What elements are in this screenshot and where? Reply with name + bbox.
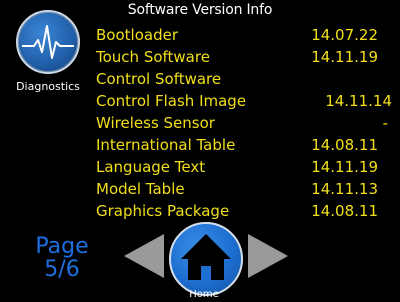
version-row-international-table: International Table 14.08.11 — [96, 134, 396, 156]
version-label: Control Flash Image — [96, 92, 247, 110]
version-value: 14.11.13 — [311, 180, 378, 198]
diagnostics-button[interactable]: Diagnostics — [6, 8, 92, 104]
version-value: 14.07.22 — [311, 26, 378, 44]
version-label: Model Table — [96, 180, 185, 198]
page-indicator: Page 5/6 — [30, 235, 94, 281]
version-value: 14.08.11 — [311, 136, 378, 154]
home-label: Home — [189, 289, 219, 300]
home-button[interactable] — [169, 222, 243, 296]
version-value: - — [382, 114, 388, 132]
next-page-button[interactable] — [244, 232, 292, 284]
version-label: Graphics Package — [96, 202, 230, 220]
heartbeat-icon — [16, 10, 80, 74]
version-label: Wireless Sensor — [96, 114, 215, 132]
version-row-bootloader: Bootloader 14.07.22 — [96, 24, 396, 46]
version-row-language-text: Language Text 14.11.19 — [96, 156, 396, 178]
version-list: Bootloader 14.07.22 Touch Software 14.11… — [96, 24, 396, 222]
version-label: Bootloader — [96, 26, 178, 44]
version-row-graphics-package: Graphics Package 14.08.11 — [96, 200, 396, 222]
page-label: Page — [35, 234, 89, 259]
arrow-right-icon — [248, 234, 288, 278]
version-value: 14.08.11 — [311, 202, 378, 220]
arrow-left-icon — [124, 234, 164, 278]
version-label: Language Text — [96, 158, 206, 176]
version-value: 14.11.14 — [325, 92, 392, 110]
page-number: 5/6 — [44, 257, 80, 282]
version-label: Control Software — [96, 70, 222, 88]
diagnostics-label: Diagnostics — [16, 80, 80, 93]
version-row-model-table: Model Table 14.11.13 — [96, 178, 396, 200]
version-label: International Table — [96, 136, 236, 154]
version-value: 14.11.19 — [311, 48, 378, 66]
version-row-touch-software: Touch Software 14.11.19 — [96, 46, 396, 68]
version-label: Touch Software — [96, 48, 210, 66]
version-row-wireless-sensor: Wireless Sensor - — [96, 112, 396, 134]
home-icon — [181, 234, 231, 280]
version-row-control-flash-image: Control Flash Image 14.11.14 — [96, 90, 396, 112]
version-value: 14.11.19 — [311, 158, 378, 176]
version-row-control-software: Control Software — [96, 68, 396, 90]
previous-page-button[interactable] — [120, 232, 168, 284]
